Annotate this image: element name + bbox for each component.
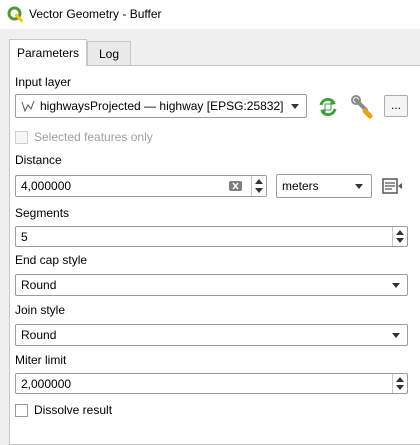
chevron-down-icon xyxy=(392,283,400,288)
more-options-button[interactable]: ... xyxy=(384,95,408,117)
spin-up-icon[interactable] xyxy=(255,179,263,184)
selected-only-checkbox[interactable] xyxy=(15,131,28,144)
chevron-down-icon xyxy=(291,104,299,109)
input-layer-value: highwaysProjected — highway [EPSG:25832] xyxy=(40,99,284,113)
spin-up-icon[interactable] xyxy=(396,230,404,235)
join-style-select[interactable]: Round xyxy=(15,324,408,346)
spin-down-icon[interactable] xyxy=(255,188,263,193)
end-cap-label: End cap style xyxy=(15,253,88,267)
miter-limit-value: 2,000000 xyxy=(21,376,72,391)
dissolve-checkbox[interactable] xyxy=(15,404,28,417)
segments-value: 5 xyxy=(21,229,28,244)
segments-spinner[interactable] xyxy=(392,227,407,246)
tab-parameters-label: Parameters xyxy=(16,46,80,60)
distance-spinner[interactable] xyxy=(251,176,266,196)
spin-up-icon[interactable] xyxy=(396,377,404,382)
distance-label: Distance xyxy=(15,153,62,167)
end-cap-value: Round xyxy=(21,278,57,292)
window-title: Vector Geometry - Buffer xyxy=(29,7,162,21)
tab-parameters[interactable]: Parameters xyxy=(9,39,87,66)
tab-log[interactable]: Log xyxy=(87,41,131,65)
line-layer-icon xyxy=(21,100,35,113)
chevron-down-icon xyxy=(355,184,363,189)
distance-input[interactable]: 4,000000 xyxy=(15,175,267,197)
spin-down-icon[interactable] xyxy=(396,238,404,243)
input-layer-combo[interactable]: highwaysProjected — highway [EPSG:25832] xyxy=(15,94,307,118)
miter-limit-input[interactable]: 2,000000 xyxy=(15,373,408,394)
more-options-label: ... xyxy=(390,98,401,112)
tab-log-label: Log xyxy=(98,46,120,61)
qgis-logo-icon xyxy=(7,6,23,22)
segments-input[interactable]: 5 xyxy=(15,226,408,247)
title-bar: Vector Geometry - Buffer xyxy=(0,0,420,29)
end-cap-select[interactable]: Round xyxy=(15,274,408,296)
distance-value: 4,000000 xyxy=(21,179,72,193)
miter-limit-label: Miter limit xyxy=(15,353,67,367)
join-style-label: Join style xyxy=(15,303,66,317)
miter-limit-spinner[interactable] xyxy=(392,374,407,393)
distance-unit-value: meters xyxy=(282,179,319,193)
data-defined-override-icon[interactable] xyxy=(381,176,405,196)
join-style-value: Round xyxy=(21,328,57,342)
segments-label: Segments xyxy=(15,206,70,220)
iterate-icon[interactable] xyxy=(317,96,339,118)
input-layer-label: Input layer xyxy=(15,75,72,89)
wrench-icon[interactable] xyxy=(351,95,375,119)
chevron-down-icon xyxy=(392,333,400,338)
distance-unit-select[interactable]: meters xyxy=(276,174,372,198)
selected-only-label: Selected features only xyxy=(34,130,153,144)
spin-down-icon[interactable] xyxy=(396,385,404,390)
clear-icon[interactable] xyxy=(229,181,242,191)
dissolve-label: Dissolve result xyxy=(34,403,113,417)
